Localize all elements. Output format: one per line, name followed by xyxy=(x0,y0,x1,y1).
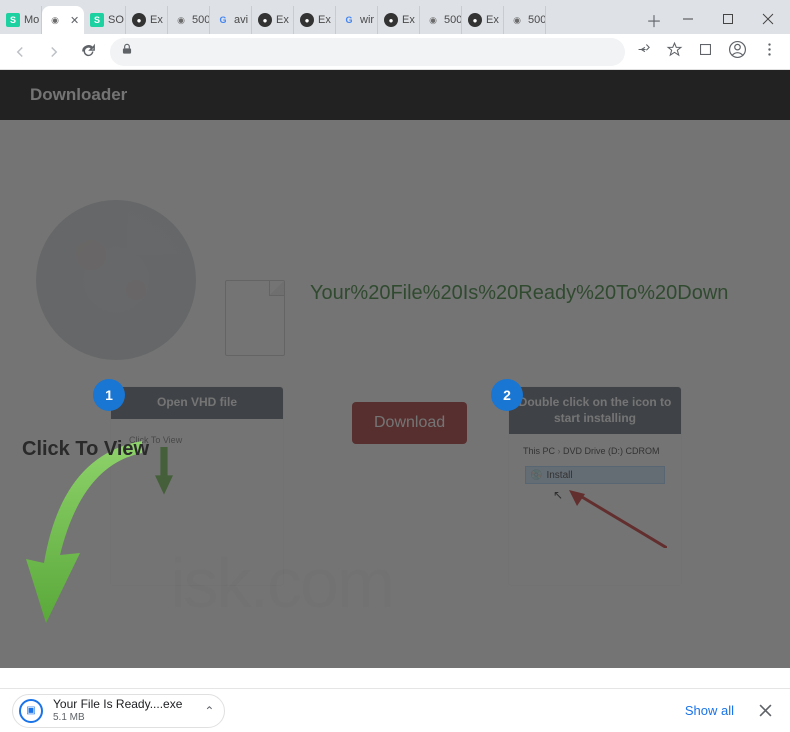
browser-tab[interactable]: ● Ex xyxy=(126,6,168,34)
tab-favicon: S xyxy=(90,13,104,27)
browser-tab[interactable]: ◉ 500 xyxy=(420,6,462,34)
tab-favicon: ● xyxy=(468,13,482,27)
tab-label: Ex xyxy=(318,14,331,26)
tab-favicon: ◉ xyxy=(174,13,188,27)
step-card-2: 2 Double click on the icon to start inst… xyxy=(508,386,682,586)
window-controls xyxy=(668,4,790,34)
maximize-button[interactable] xyxy=(708,4,748,34)
tab-favicon: ◉ xyxy=(48,13,62,27)
download-shelf: ▣ Your File Is Ready....exe 5.1 MB ⌃ Sho… xyxy=(0,688,790,732)
browser-tab[interactable]: ● Ex xyxy=(462,6,504,34)
minimize-button[interactable] xyxy=(668,4,708,34)
browser-toolbar xyxy=(0,34,790,70)
explorer-install-row: 💿 Install xyxy=(525,466,665,484)
tab-label: avi xyxy=(234,14,248,26)
tab-label: 500 xyxy=(192,14,210,26)
page-header: Downloader xyxy=(0,70,790,120)
tab-label: SO xyxy=(108,14,124,26)
profile-icon[interactable] xyxy=(728,40,747,64)
page-title: Downloader xyxy=(30,85,127,105)
site-lock-icon xyxy=(120,42,134,61)
extensions-icon[interactable] xyxy=(697,41,714,63)
tab-favicon: ● xyxy=(384,13,398,27)
step-thumbnail-2: This PC › DVD Drive (D:) CDROM 💿 Install… xyxy=(519,444,671,566)
click-to-view-label: Click To View xyxy=(22,438,149,461)
browser-tab[interactable]: Gavi xyxy=(210,6,252,34)
tab-favicon: ● xyxy=(132,13,146,27)
headline-text: Your%20File%20Is%20Ready%20To%20Down xyxy=(310,282,728,305)
address-bar[interactable] xyxy=(110,38,625,66)
tab-label: wir xyxy=(360,14,374,26)
file-icon xyxy=(225,280,285,356)
show-all-downloads[interactable]: Show all xyxy=(685,703,734,718)
tab-favicon: G xyxy=(216,13,230,27)
browser-tab[interactable]: ◉ 500 xyxy=(168,6,210,34)
new-tab-button[interactable]: ＋ xyxy=(640,6,668,34)
tab-label: Mo xyxy=(24,14,39,26)
step-title-1: Open VHD file xyxy=(111,387,283,419)
tab-favicon: ◉ xyxy=(510,13,524,27)
red-arrow-icon xyxy=(567,488,667,548)
reload-button[interactable] xyxy=(76,40,100,64)
browser-tab[interactable]: S SO xyxy=(84,6,126,34)
step-badge-2: 2 xyxy=(491,379,523,411)
browser-tab[interactable]: S Mo xyxy=(0,6,42,34)
tab-favicon: ● xyxy=(300,13,314,27)
watermark-logo xyxy=(36,200,196,360)
tab-favicon: ◉ xyxy=(426,13,440,27)
big-green-arrow-icon xyxy=(22,435,162,635)
step-badge-1: 1 xyxy=(93,379,125,411)
browser-tab[interactable]: ◉ 500 xyxy=(504,6,546,34)
browser-tab[interactable]: ● Ex xyxy=(252,6,294,34)
tab-label: Ex xyxy=(486,14,499,26)
page-content: Downloader isk.com Your%20File%20Is%20Re… xyxy=(0,70,790,668)
forward-button[interactable] xyxy=(42,40,66,64)
tab-label: Ex xyxy=(402,14,415,26)
step-title-2: Double click on the icon to start instal… xyxy=(509,387,681,434)
close-window-button[interactable] xyxy=(748,4,788,34)
tab-favicon: ● xyxy=(258,13,272,27)
tab-label: 500 xyxy=(444,14,462,26)
close-shelf-button[interactable] xyxy=(752,698,778,724)
download-options-chevron[interactable]: ⌃ xyxy=(204,704,214,718)
tab-label: 500 xyxy=(528,14,546,26)
tab-label: Ex xyxy=(150,14,163,26)
menu-icon[interactable] xyxy=(761,41,778,63)
install-disc-icon: 💿 xyxy=(530,470,542,481)
cursor-icon: ↖ xyxy=(553,488,563,502)
browser-titlebar: SMo◉✕SSO●Ex◉500Gavi●Ex●ExGwir●Ex◉500●Ex◉… xyxy=(0,0,790,34)
download-filename: Your File Is Ready....exe xyxy=(53,697,182,711)
tab-close-icon[interactable]: ✕ xyxy=(70,13,79,27)
download-filesize: 5.1 MB xyxy=(53,712,182,724)
download-file-icon: ▣ xyxy=(19,699,43,723)
download-button[interactable]: Download xyxy=(352,402,467,444)
browser-tabs: SMo◉✕SSO●Ex◉500Gavi●Ex●ExGwir●Ex◉500●Ex◉… xyxy=(0,0,640,34)
share-icon[interactable] xyxy=(635,41,652,63)
bookmark-star-icon[interactable] xyxy=(666,41,683,63)
browser-tab[interactable]: Gwir xyxy=(336,6,378,34)
browser-tab[interactable]: ● Ex xyxy=(294,6,336,34)
explorer-breadcrumb: This PC › DVD Drive (D:) CDROM xyxy=(523,446,660,456)
browser-tab[interactable]: ● Ex xyxy=(378,6,420,34)
tab-favicon: G xyxy=(342,13,356,27)
back-button[interactable] xyxy=(8,40,32,64)
tab-label: Ex xyxy=(276,14,289,26)
download-item[interactable]: ▣ Your File Is Ready....exe 5.1 MB ⌃ xyxy=(12,694,225,728)
tab-favicon: S xyxy=(6,13,20,27)
browser-tab[interactable]: ◉✕ xyxy=(42,6,84,34)
